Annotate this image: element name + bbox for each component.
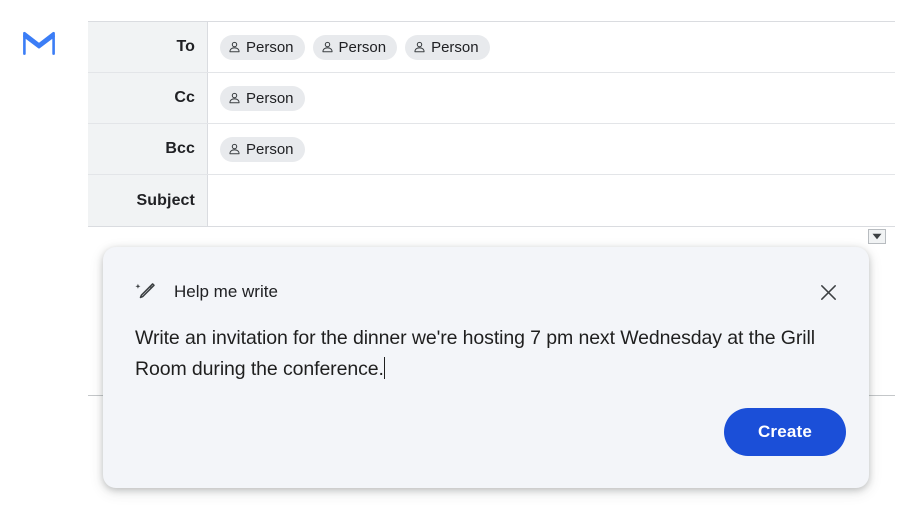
field-label-bcc-text: Bcc — [165, 140, 195, 157]
recipient-chip[interactable]: Person — [220, 34, 305, 60]
person-icon — [229, 41, 240, 52]
recipient-chip-label: Person — [246, 140, 294, 158]
person-icon — [229, 92, 240, 103]
recipient-chip[interactable]: Person — [220, 136, 305, 162]
recipient-chip-label: Person — [431, 38, 479, 56]
recipient-chip-label: Person — [338, 38, 387, 56]
field-label-to: To — [88, 22, 208, 72]
field-label-cc-text: Cc — [174, 89, 195, 106]
compose-row-subject: Subject — [88, 175, 895, 226]
recipient-chip[interactable]: Person — [405, 34, 490, 60]
recipient-chip[interactable]: Person — [312, 34, 398, 60]
dialog-title: Help me write — [174, 282, 278, 301]
gmail-logo-icon — [23, 31, 55, 55]
field-value-cc[interactable]: Person — [208, 73, 895, 123]
help-me-write-dialog: Help me write Write an invitation for th… — [103, 247, 869, 488]
create-button[interactable]: Create — [724, 408, 846, 456]
field-value-bcc[interactable]: Person — [208, 124, 895, 174]
text-caret — [383, 357, 386, 379]
recipient-chip[interactable]: Person — [220, 85, 305, 111]
compose-row-bcc: Bcc Person — [88, 124, 895, 175]
field-value-to[interactable]: Person Person Person — [208, 22, 895, 72]
prompt-input[interactable]: Write an invitation for the dinner we're… — [135, 323, 841, 385]
field-label-subject: Subject — [88, 175, 208, 226]
prompt-text-value: Write an invitation for the dinner we're… — [135, 327, 815, 380]
compose-row-cc: Cc Person — [88, 73, 895, 124]
magic-pen-icon — [135, 283, 155, 299]
person-icon — [229, 143, 240, 154]
field-label-to-text: To — [176, 38, 195, 55]
field-label-bcc: Bcc — [88, 124, 208, 174]
recipient-chip-label: Person — [246, 89, 294, 107]
field-label-cc: Cc — [88, 73, 208, 123]
chevron-down-icon — [872, 233, 882, 240]
field-label-subject-text: Subject — [136, 191, 195, 209]
compose-header-fields: To Person Person Person Cc Person Bcc Pe… — [88, 21, 895, 227]
person-icon — [321, 41, 333, 52]
compose-row-to: To Person Person Person — [88, 22, 895, 73]
subject-input[interactable] — [208, 175, 895, 226]
collapse-button[interactable] — [868, 229, 886, 244]
close-icon[interactable] — [815, 279, 841, 305]
recipient-chip-label: Person — [246, 38, 294, 56]
person-icon — [414, 41, 425, 52]
